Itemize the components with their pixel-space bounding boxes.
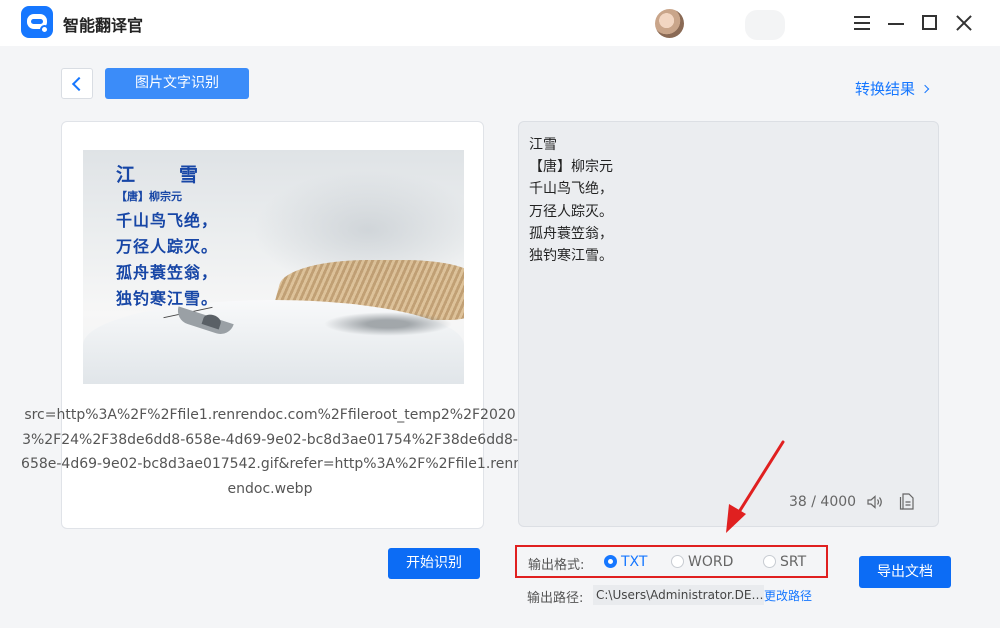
radio-selected-icon xyxy=(604,555,617,568)
output-path-label: 输出路径: xyxy=(527,591,584,606)
change-path-link[interactable]: 更改路径 xyxy=(764,587,812,604)
poem-image-line: 千山鸟飞绝， xyxy=(116,211,219,230)
result-line: 江雪 xyxy=(529,137,557,153)
format-radio-srt[interactable]: SRT xyxy=(763,554,806,570)
title-bar: 智能翻译官 xyxy=(0,0,1000,46)
radio-icon xyxy=(671,555,684,568)
char-count: 38 / 4000 xyxy=(789,494,857,510)
user-avatar[interactable] xyxy=(655,9,684,38)
poem-image-line: 独钓寒江雪。 xyxy=(116,289,219,308)
recognized-text: 江雪 【唐】柳宗元 千山鸟飞绝， 万径人踪灭。 孤舟蓑笠翁， 独钓寒江雪。 xyxy=(529,134,613,267)
menu-icon[interactable] xyxy=(852,13,872,33)
chevron-right-icon xyxy=(920,84,930,94)
result-line: 孤舟蓑笠翁， xyxy=(529,225,613,242)
page-title: 图片文字识别 xyxy=(105,68,249,99)
result-line: 千山鸟飞绝， xyxy=(529,181,613,198)
result-line: 【唐】柳宗元 xyxy=(529,159,613,176)
poem-image-line: 孤舟蓑笠翁， xyxy=(116,263,219,282)
maximize-icon[interactable] xyxy=(920,13,940,33)
format-option-label: TXT xyxy=(621,554,648,570)
format-radio-txt[interactable]: TXT xyxy=(604,554,647,570)
image-source-text: src=http%3A%2F%2Ffile1.renrendoc.com%2Ff… xyxy=(21,407,519,497)
copy-icon[interactable] xyxy=(899,493,915,510)
poem-image: 江 雪 【唐】柳宗元 千山鸟飞绝， 万径人踪灭。 孤舟蓑笠翁， 独钓寒江雪。 xyxy=(83,150,464,384)
app-title: 智能翻译官 xyxy=(63,16,144,35)
result-line: 独钓寒江雪。 xyxy=(529,248,613,265)
conversion-result-link[interactable]: 转换结果 xyxy=(855,78,930,99)
minimize-icon[interactable] xyxy=(886,13,906,33)
start-recognition-button[interactable]: 开始识别 xyxy=(388,548,480,579)
back-button[interactable] xyxy=(61,68,93,99)
output-format-label: 输出格式: xyxy=(528,558,585,573)
close-icon[interactable] xyxy=(954,13,974,33)
poem-image-author: 【唐】柳宗元 xyxy=(116,190,182,203)
conversion-result-label: 转换结果 xyxy=(855,80,916,98)
output-format-group: 输出格式: TXT WORD SRT xyxy=(515,545,828,578)
speaker-icon[interactable] xyxy=(867,495,883,509)
app-logo-icon xyxy=(21,6,53,38)
format-radio-word[interactable]: WORD xyxy=(671,554,733,570)
poem-image-title: 江 雪 xyxy=(116,164,201,186)
export-document-button[interactable]: 导出文档 xyxy=(859,556,951,588)
output-path-value: C:\Users\Administrator.DESKTOP xyxy=(593,585,764,605)
poem-image-line: 万径人踪灭。 xyxy=(116,237,219,256)
user-name-blurred xyxy=(745,10,785,40)
result-line: 万径人踪灭。 xyxy=(529,203,613,220)
format-option-label: WORD xyxy=(688,554,734,570)
annotation-arrow-icon xyxy=(726,440,785,533)
format-option-label: SRT xyxy=(780,554,807,570)
radio-icon xyxy=(763,555,776,568)
